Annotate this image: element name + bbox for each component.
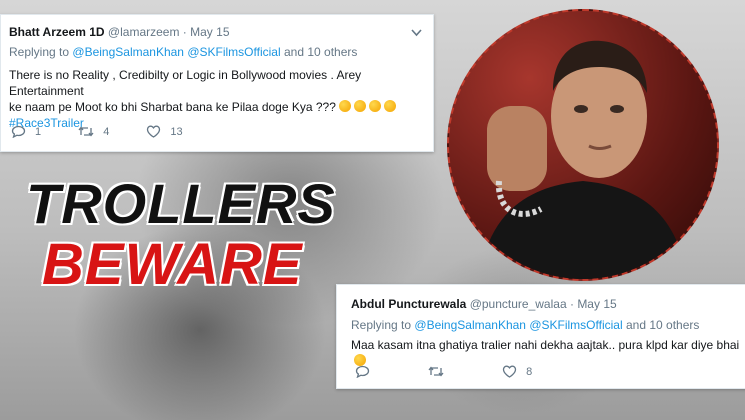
tweet-card-2[interactable]: Abdul Puncturewala @puncture_walaa · May… [336, 284, 745, 389]
emoji-icon [383, 100, 396, 112]
emoji-icon [353, 100, 366, 112]
reply-button[interactable]: 1 [11, 125, 41, 138]
tweet-author-handle[interactable]: @lamarzeem [108, 25, 180, 39]
like-count: 8 [526, 365, 533, 378]
replying-to-line: Replying to @BeingSalmanKhan @SKFilmsOff… [9, 45, 357, 59]
replying-to-label: Replying to [9, 45, 70, 59]
reply-count: 1 [35, 125, 42, 138]
emoji-icon [338, 100, 351, 112]
tweet-text: There is no Reality , Credibilty or Logi… [9, 67, 429, 131]
reply-icon [11, 125, 26, 138]
tweet-date[interactable]: May 15 [190, 25, 229, 39]
tweet-author-name[interactable]: Bhatt Arzeem 1D [9, 25, 105, 39]
tweet-header: Abdul Puncturewala @puncture_walaa · May… [351, 297, 617, 311]
like-count: 13 [170, 125, 183, 138]
like-button[interactable]: 13 [146, 125, 183, 138]
reply-button[interactable] [355, 365, 379, 378]
reply-mention-link[interactable]: @SKFilmsOfficial [187, 45, 280, 59]
reply-others-label[interactable]: and 10 others [284, 45, 357, 59]
portrait-illustration [479, 40, 687, 279]
replying-to-line: Replying to @BeingSalmanKhan @SKFilmsOff… [351, 318, 699, 332]
reply-mention-link[interactable]: @SKFilmsOfficial [529, 318, 622, 332]
retweet-button[interactable] [428, 365, 453, 378]
tweet-text-line: Maa kasam itna ghatiya tralier nahi dekh… [351, 338, 740, 352]
reply-icon [355, 365, 370, 378]
retweet-count: 4 [103, 125, 110, 138]
tweet-separator: · [569, 297, 574, 311]
retweet-icon [428, 366, 444, 377]
emoji-icon [368, 100, 381, 112]
retweet-icon [78, 126, 94, 137]
tweet-text-line: There is no Reality , Credibilty or Logi… [9, 68, 362, 98]
reply-mention-link[interactable]: @BeingSalmanKhan [414, 318, 526, 332]
tweet-actions: 1 4 13 [11, 125, 217, 141]
heart-icon [502, 365, 517, 378]
tweet-author-name[interactable]: Abdul Puncturewala [351, 297, 466, 311]
heart-icon [147, 125, 161, 138]
tweet-header: Bhatt Arzeem 1D @lamarzeem · May 15 [9, 25, 230, 39]
like-button[interactable]: 8 [502, 365, 532, 378]
tweet-date[interactable]: May 15 [577, 297, 616, 311]
headline-trollers: TROLLERS [26, 172, 336, 235]
tweet-card-1[interactable]: Bhatt Arzeem 1D @lamarzeem · May 15 Repl… [0, 14, 434, 152]
tweet-actions: 8 [355, 365, 566, 381]
tweet-author-handle[interactable]: @puncture_walaa [470, 297, 567, 311]
retweet-button[interactable]: 4 [78, 125, 109, 138]
tweet-text-line: ke naam pe Moot ko bhi Sharbat bana ke P… [9, 99, 429, 115]
reply-others-label[interactable]: and 10 others [626, 318, 699, 332]
celebrity-portrait [447, 9, 719, 281]
reply-mention-link[interactable]: @BeingSalmanKhan [72, 45, 184, 59]
chevron-down-icon[interactable] [411, 29, 422, 37]
tweet-separator: · [182, 25, 187, 39]
headline-beware: BEWARE [42, 232, 303, 297]
replying-to-label: Replying to [351, 318, 412, 332]
